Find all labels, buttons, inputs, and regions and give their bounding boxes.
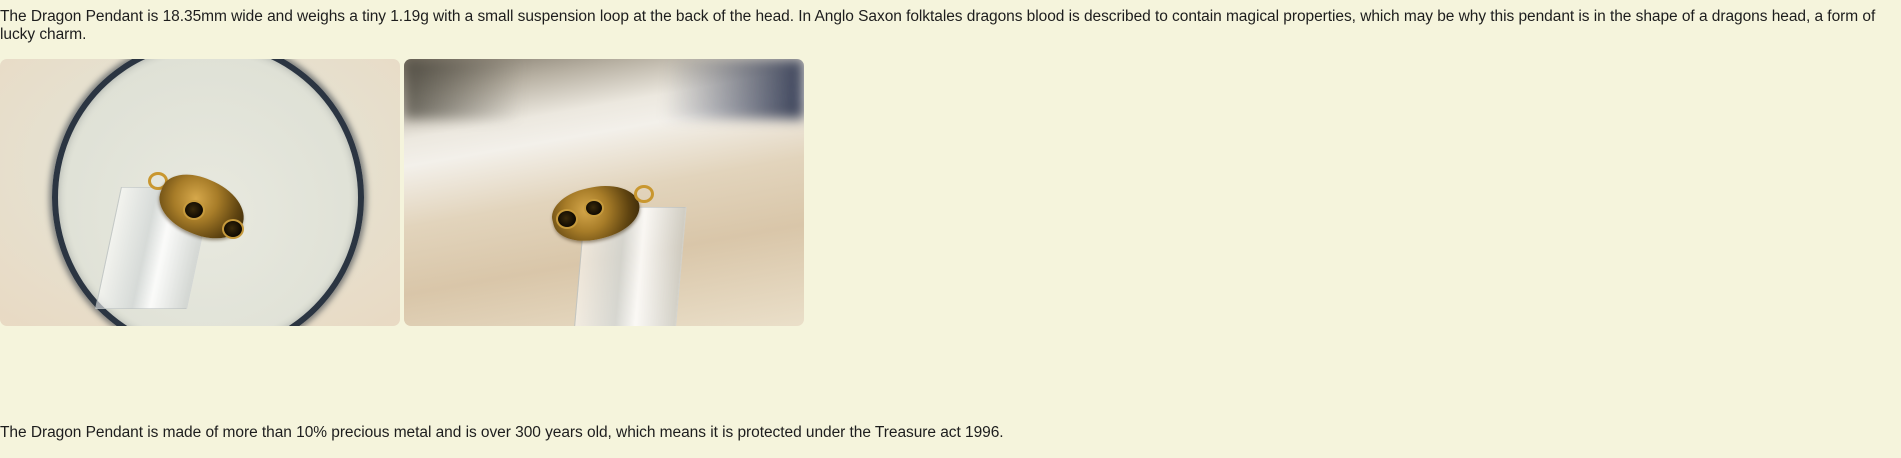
pendant-eye-2 <box>584 199 604 217</box>
background-shadow <box>404 59 804 119</box>
treasure-act-paragraph: The Dragon Pendant is made of more than … <box>0 424 1004 441</box>
pendant-eye <box>183 200 205 220</box>
pendant-photo-magnified[interactable] <box>0 59 400 326</box>
pendant-snout <box>222 219 244 239</box>
pendant-eye <box>556 209 578 229</box>
pendant-photo-side[interactable] <box>404 59 804 326</box>
description-paragraph: The Dragon Pendant is 18.35mm wide and w… <box>0 8 1876 43</box>
suspension-loop <box>634 185 654 203</box>
